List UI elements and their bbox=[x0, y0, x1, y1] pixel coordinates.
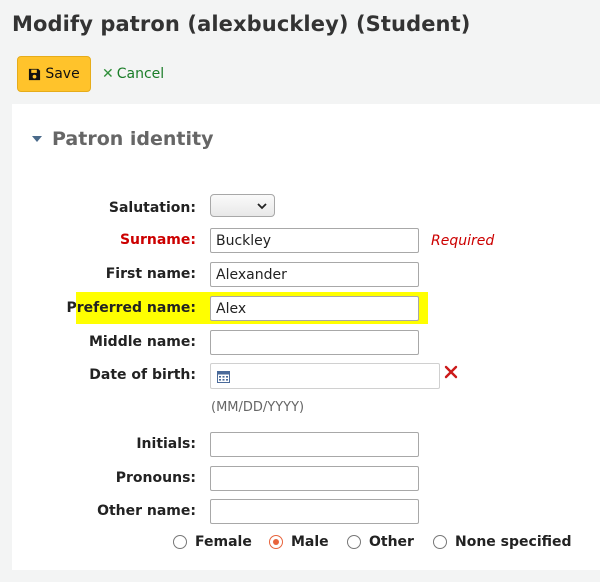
pronouns-input[interactable] bbox=[210, 466, 419, 491]
section-title: Patron identity bbox=[52, 128, 214, 150]
preferred-name-row: Preferred name: bbox=[12, 296, 600, 322]
preferred-name-label: Preferred name: bbox=[66, 300, 196, 316]
initials-label: Initials: bbox=[136, 436, 196, 452]
dob-format-hint: (MM/DD/YYYY) bbox=[211, 400, 305, 415]
save-button[interactable]: Save bbox=[17, 56, 91, 92]
initials-input[interactable] bbox=[210, 432, 419, 457]
gender-option-other[interactable]: Other bbox=[347, 534, 414, 550]
surname-label: Surname: bbox=[119, 232, 196, 248]
pronouns-row: Pronouns: bbox=[12, 466, 600, 492]
dob-row: Date of birth: bbox=[12, 363, 600, 389]
radio-none-specified[interactable] bbox=[433, 535, 447, 549]
gender-option-male[interactable]: Male bbox=[269, 534, 329, 550]
pronouns-label: Pronouns: bbox=[115, 470, 196, 486]
othername-row: Other name: bbox=[12, 499, 600, 525]
othername-input[interactable] bbox=[210, 499, 419, 524]
collapse-triangle-icon[interactable] bbox=[32, 136, 42, 142]
middlename-input[interactable] bbox=[210, 330, 419, 355]
gender-male-label: Male bbox=[291, 534, 329, 550]
radio-male[interactable] bbox=[269, 535, 283, 549]
cancel-link[interactable]: ✕ Cancel bbox=[102, 66, 164, 82]
firstname-input[interactable] bbox=[210, 262, 419, 287]
dob-input[interactable] bbox=[210, 363, 440, 389]
gender-radio-group: Female Male Other None specified bbox=[12, 534, 600, 554]
x-icon: ✕ bbox=[102, 66, 114, 82]
firstname-row: First name: bbox=[12, 262, 600, 288]
dob-label: Date of birth: bbox=[89, 367, 196, 383]
salutation-select[interactable] bbox=[210, 194, 275, 217]
save-button-label: Save bbox=[45, 66, 80, 82]
surname-input[interactable] bbox=[210, 228, 419, 253]
salutation-row: Salutation: bbox=[12, 194, 600, 222]
chevron-down-icon bbox=[257, 202, 267, 209]
middlename-row: Middle name: bbox=[12, 330, 600, 356]
clear-x-icon[interactable] bbox=[444, 365, 458, 379]
preferred-name-input[interactable] bbox=[210, 296, 419, 321]
gender-female-label: Female bbox=[195, 534, 252, 550]
initials-row: Initials: bbox=[12, 432, 600, 458]
cancel-link-label: Cancel bbox=[116, 66, 165, 82]
section-header[interactable]: Patron identity bbox=[32, 128, 213, 150]
middlename-label: Middle name: bbox=[88, 334, 196, 350]
gender-option-none[interactable]: None specified bbox=[433, 534, 572, 550]
radio-female[interactable] bbox=[173, 535, 187, 549]
required-note: Required bbox=[431, 233, 495, 249]
firstname-label: First name: bbox=[105, 266, 196, 282]
page-title: Modify patron (alexbuckley) (Student) bbox=[12, 12, 471, 36]
gender-other-label: Other bbox=[369, 534, 414, 550]
gender-option-female[interactable]: Female bbox=[173, 534, 252, 550]
patron-identity-panel: Patron identity Salutation: Surname: Req… bbox=[12, 104, 600, 570]
calendar-icon[interactable] bbox=[217, 370, 230, 383]
radio-other[interactable] bbox=[347, 535, 361, 549]
othername-label: Other name: bbox=[97, 503, 196, 519]
surname-row: Surname: Required bbox=[12, 228, 600, 254]
salutation-label: Salutation: bbox=[108, 200, 196, 216]
gender-none-label: None specified bbox=[455, 534, 572, 550]
floppy-disk-icon bbox=[28, 68, 41, 81]
